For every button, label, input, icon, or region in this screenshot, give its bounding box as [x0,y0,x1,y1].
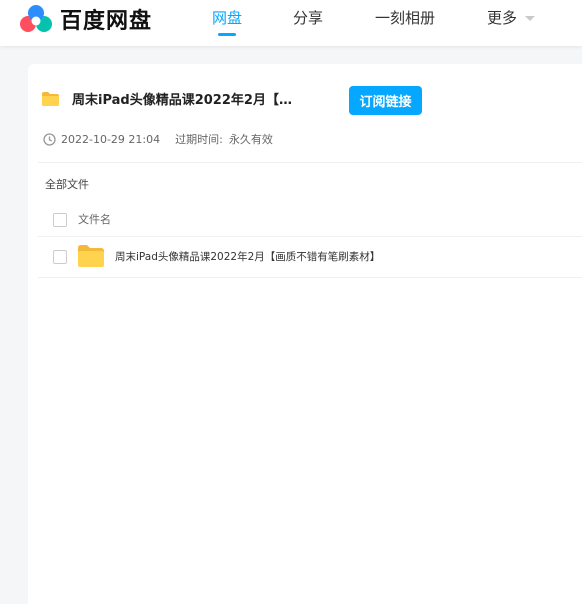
nav-item-more-label: 更多 [487,9,518,27]
top-bar: 百度网盘 网盘 分享 一刻相册 更多 [0,0,582,46]
row-checkbox[interactable] [53,250,67,264]
folder-icon [78,245,104,267]
nav-item-netdisk[interactable]: 网盘 [212,7,242,28]
brand-name: 百度网盘 [60,9,153,34]
share-header: 周末iPad头像精品课2022年2月【... [42,89,292,108]
share-date: 2022-10-29 21:04 [61,132,161,146]
divider [38,162,582,163]
nav-item-album[interactable]: 一刻相册 [375,7,435,28]
baidu-netdisk-logo-icon [20,5,52,32]
select-all-checkbox[interactable] [53,213,67,227]
expire-value: 永久有效 [228,133,273,146]
clock-icon [43,132,56,146]
expire-label: 过期时间: [175,133,223,146]
active-tab-indicator [218,33,236,36]
folder-icon [42,91,59,106]
file-list-header: 文件名 [38,202,582,237]
subscribe-link-button[interactable]: 订阅链接 [349,86,422,115]
share-card: 周末iPad头像精品课2022年2月【... 订阅链接 2022-10-29 2… [28,64,582,604]
nav-item-more[interactable]: 更多 [487,7,536,28]
column-header-filename[interactable]: 文件名 [78,211,111,227]
nav-item-share[interactable]: 分享 [293,7,323,28]
file-name[interactable]: 周末iPad头像精品课2022年2月【画质不错有笔刷素材】 [115,249,380,264]
chevron-down-icon [525,16,536,21]
logo[interactable]: 百度网盘 [18,2,152,36]
share-title: 周末iPad头像精品课2022年2月【... [72,93,292,108]
table-row[interactable]: 周末iPad头像精品课2022年2月【画质不错有笔刷素材】 [38,237,582,278]
breadcrumb[interactable]: 全部文件 [45,176,89,192]
share-meta: 2022-10-29 21:04 过期时间: 永久有效 [43,131,273,147]
